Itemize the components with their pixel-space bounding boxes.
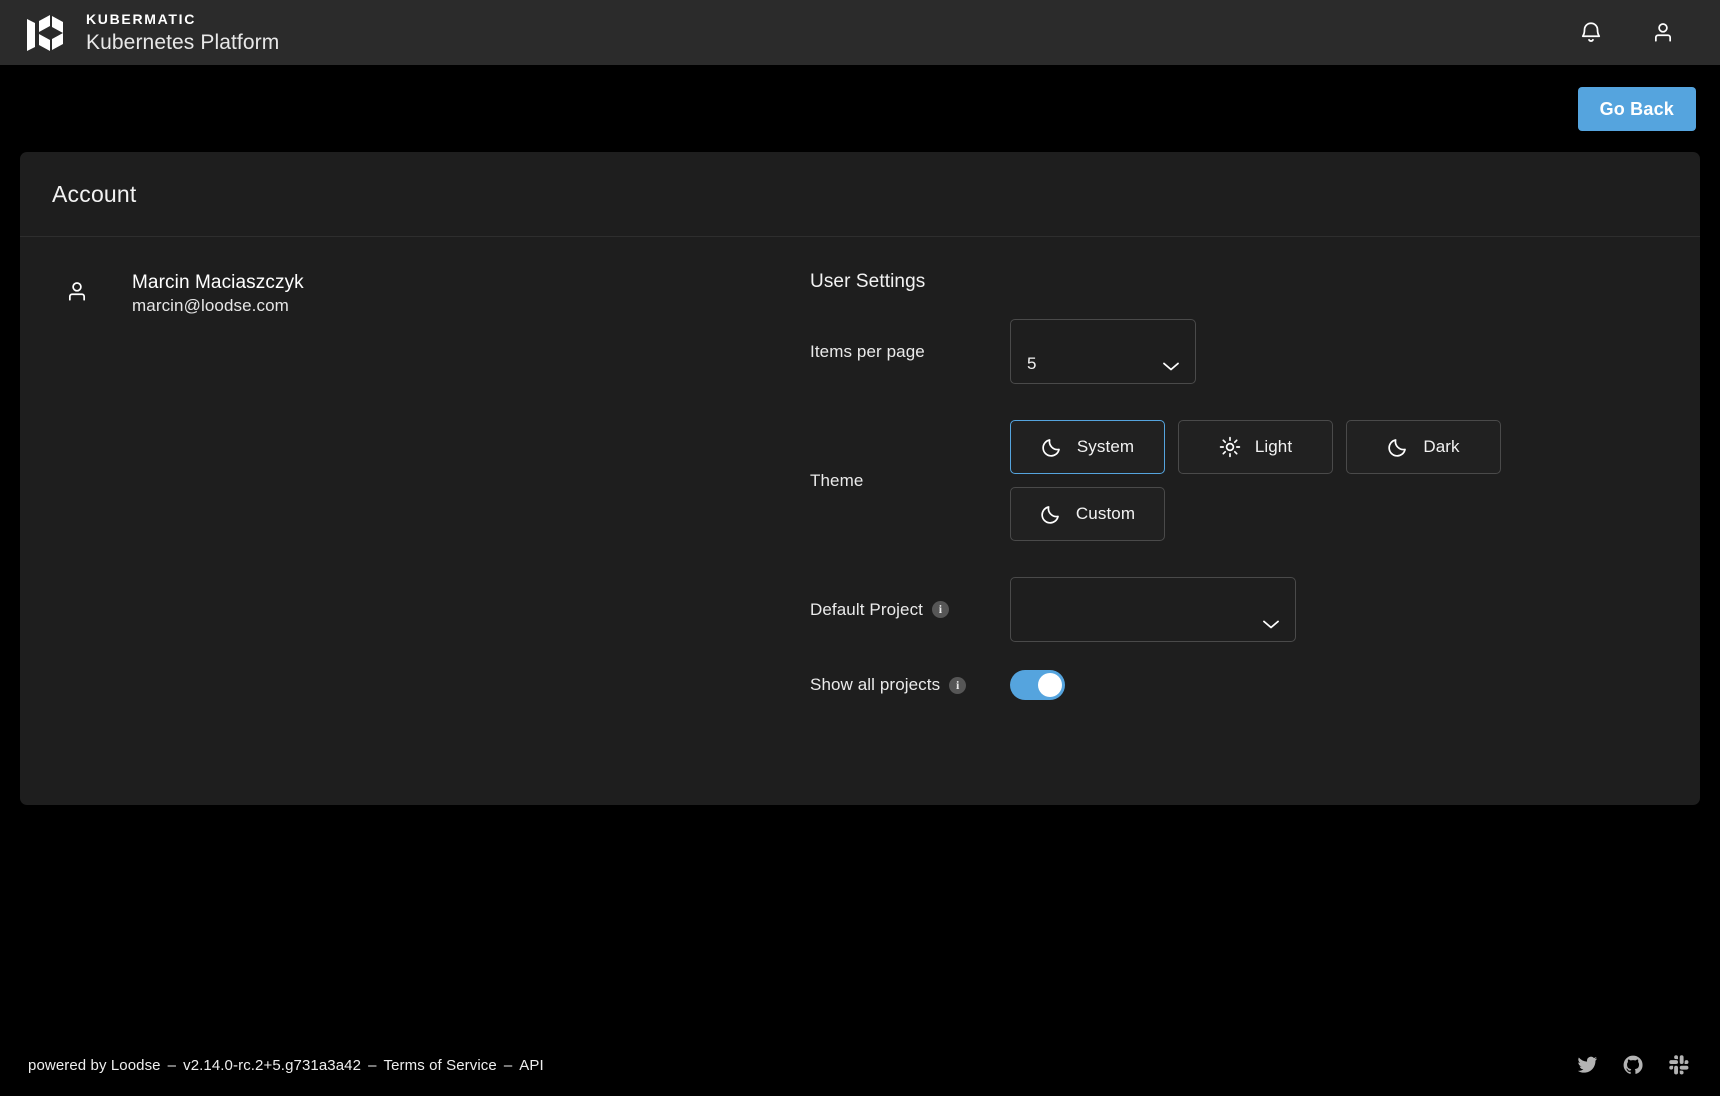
show-all-projects-control: [1010, 670, 1660, 700]
terms-of-service-link[interactable]: Terms of Service: [384, 1057, 497, 1074]
items-per-page-label: Items per page: [810, 342, 1010, 362]
brand[interactable]: KUBERMATIC Kubernetes Platform: [22, 10, 279, 56]
user-icon[interactable]: [1648, 18, 1678, 48]
page-title: Account: [52, 181, 137, 208]
user-info: Marcin Maciaszczyk marcin@loodse.com: [20, 271, 810, 700]
moon-icon: [1041, 436, 1063, 458]
setting-row-show-all-projects: Show all projects i: [810, 670, 1660, 700]
theme-option-dark[interactable]: Dark: [1346, 420, 1501, 474]
spacer: [810, 384, 1660, 420]
toggle-knob: [1038, 673, 1062, 697]
default-project-label: Default Project i: [810, 600, 1010, 620]
action-row: Go Back: [0, 65, 1720, 152]
theme-option-custom-label: Custom: [1076, 504, 1135, 524]
top-bar-actions: [1576, 18, 1694, 48]
kubermatic-logo-icon: [22, 10, 68, 56]
go-back-button[interactable]: Go Back: [1578, 87, 1696, 131]
items-per-page-value: 5: [1027, 355, 1162, 372]
slack-icon[interactable]: [1668, 1054, 1690, 1076]
default-project-select[interactable]: [1010, 577, 1296, 642]
user-icon: [64, 279, 90, 310]
footer-info: powered by Loodse – v2.14.0-rc.2+5.g731a…: [28, 1057, 544, 1074]
theme-option-system-label: System: [1077, 437, 1134, 457]
theme-option-custom[interactable]: Custom: [1010, 487, 1165, 541]
setting-row-items-per-page: Items per page 5: [810, 319, 1660, 384]
default-project-control: [1010, 577, 1660, 642]
card-body: Marcin Maciaszczyk marcin@loodse.com Use…: [20, 237, 1700, 700]
theme-control: System Light: [1010, 420, 1660, 541]
twitter-icon[interactable]: [1576, 1054, 1598, 1076]
chevron-down-icon: [1262, 617, 1279, 627]
user-settings-title: User Settings: [810, 271, 1660, 293]
api-link[interactable]: API: [519, 1057, 543, 1074]
sun-icon: [1219, 436, 1241, 458]
footer-social-links: [1576, 1054, 1696, 1076]
bell-icon[interactable]: [1576, 18, 1606, 48]
default-project-label-text: Default Project: [810, 600, 923, 620]
items-per-page-select[interactable]: 5: [1010, 319, 1196, 384]
moon-icon: [1040, 503, 1062, 525]
theme-option-light-label: Light: [1255, 437, 1292, 457]
moon-icon: [1387, 436, 1409, 458]
setting-row-default-project: Default Project i: [810, 577, 1660, 642]
footer: powered by Loodse – v2.14.0-rc.2+5.g731a…: [0, 1034, 1720, 1096]
footer-separator: –: [168, 1057, 176, 1074]
footer-version: v2.14.0-rc.2+5.g731a3a42: [183, 1057, 361, 1074]
items-per-page-label-text: Items per page: [810, 342, 925, 362]
brand-name: KUBERMATIC: [86, 12, 279, 26]
spacer: [810, 541, 1660, 577]
footer-separator: –: [368, 1057, 376, 1074]
brand-tagline: Kubernetes Platform: [86, 32, 279, 53]
top-bar: KUBERMATIC Kubernetes Platform: [0, 0, 1720, 65]
user-name: Marcin Maciaszczyk: [132, 271, 304, 295]
footer-separator: –: [504, 1057, 512, 1074]
footer-powered-by: powered by Loodse: [28, 1057, 161, 1074]
account-card: Account Marcin Maciaszczyk marcin@loodse…: [20, 152, 1700, 805]
show-all-projects-label: Show all projects i: [810, 675, 1010, 695]
show-all-projects-label-text: Show all projects: [810, 675, 940, 695]
items-per-page-control: 5: [1010, 319, 1660, 384]
user-email: marcin@loodse.com: [132, 295, 304, 317]
theme-options: System Light: [1010, 420, 1510, 541]
setting-row-theme: Theme System: [810, 420, 1660, 541]
show-all-projects-toggle[interactable]: [1010, 670, 1065, 700]
user-settings: User Settings Items per page 5: [810, 271, 1700, 700]
github-icon[interactable]: [1622, 1054, 1644, 1076]
info-icon[interactable]: i: [932, 601, 949, 618]
chevron-down-icon: [1162, 359, 1179, 369]
theme-option-system[interactable]: System: [1010, 420, 1165, 474]
card-header: Account: [20, 152, 1700, 237]
theme-option-dark-label: Dark: [1423, 437, 1459, 457]
spacer: [810, 642, 1660, 670]
theme-label-text: Theme: [810, 471, 863, 491]
theme-label: Theme: [810, 471, 1010, 491]
theme-option-light[interactable]: Light: [1178, 420, 1333, 474]
info-icon[interactable]: i: [949, 677, 966, 694]
